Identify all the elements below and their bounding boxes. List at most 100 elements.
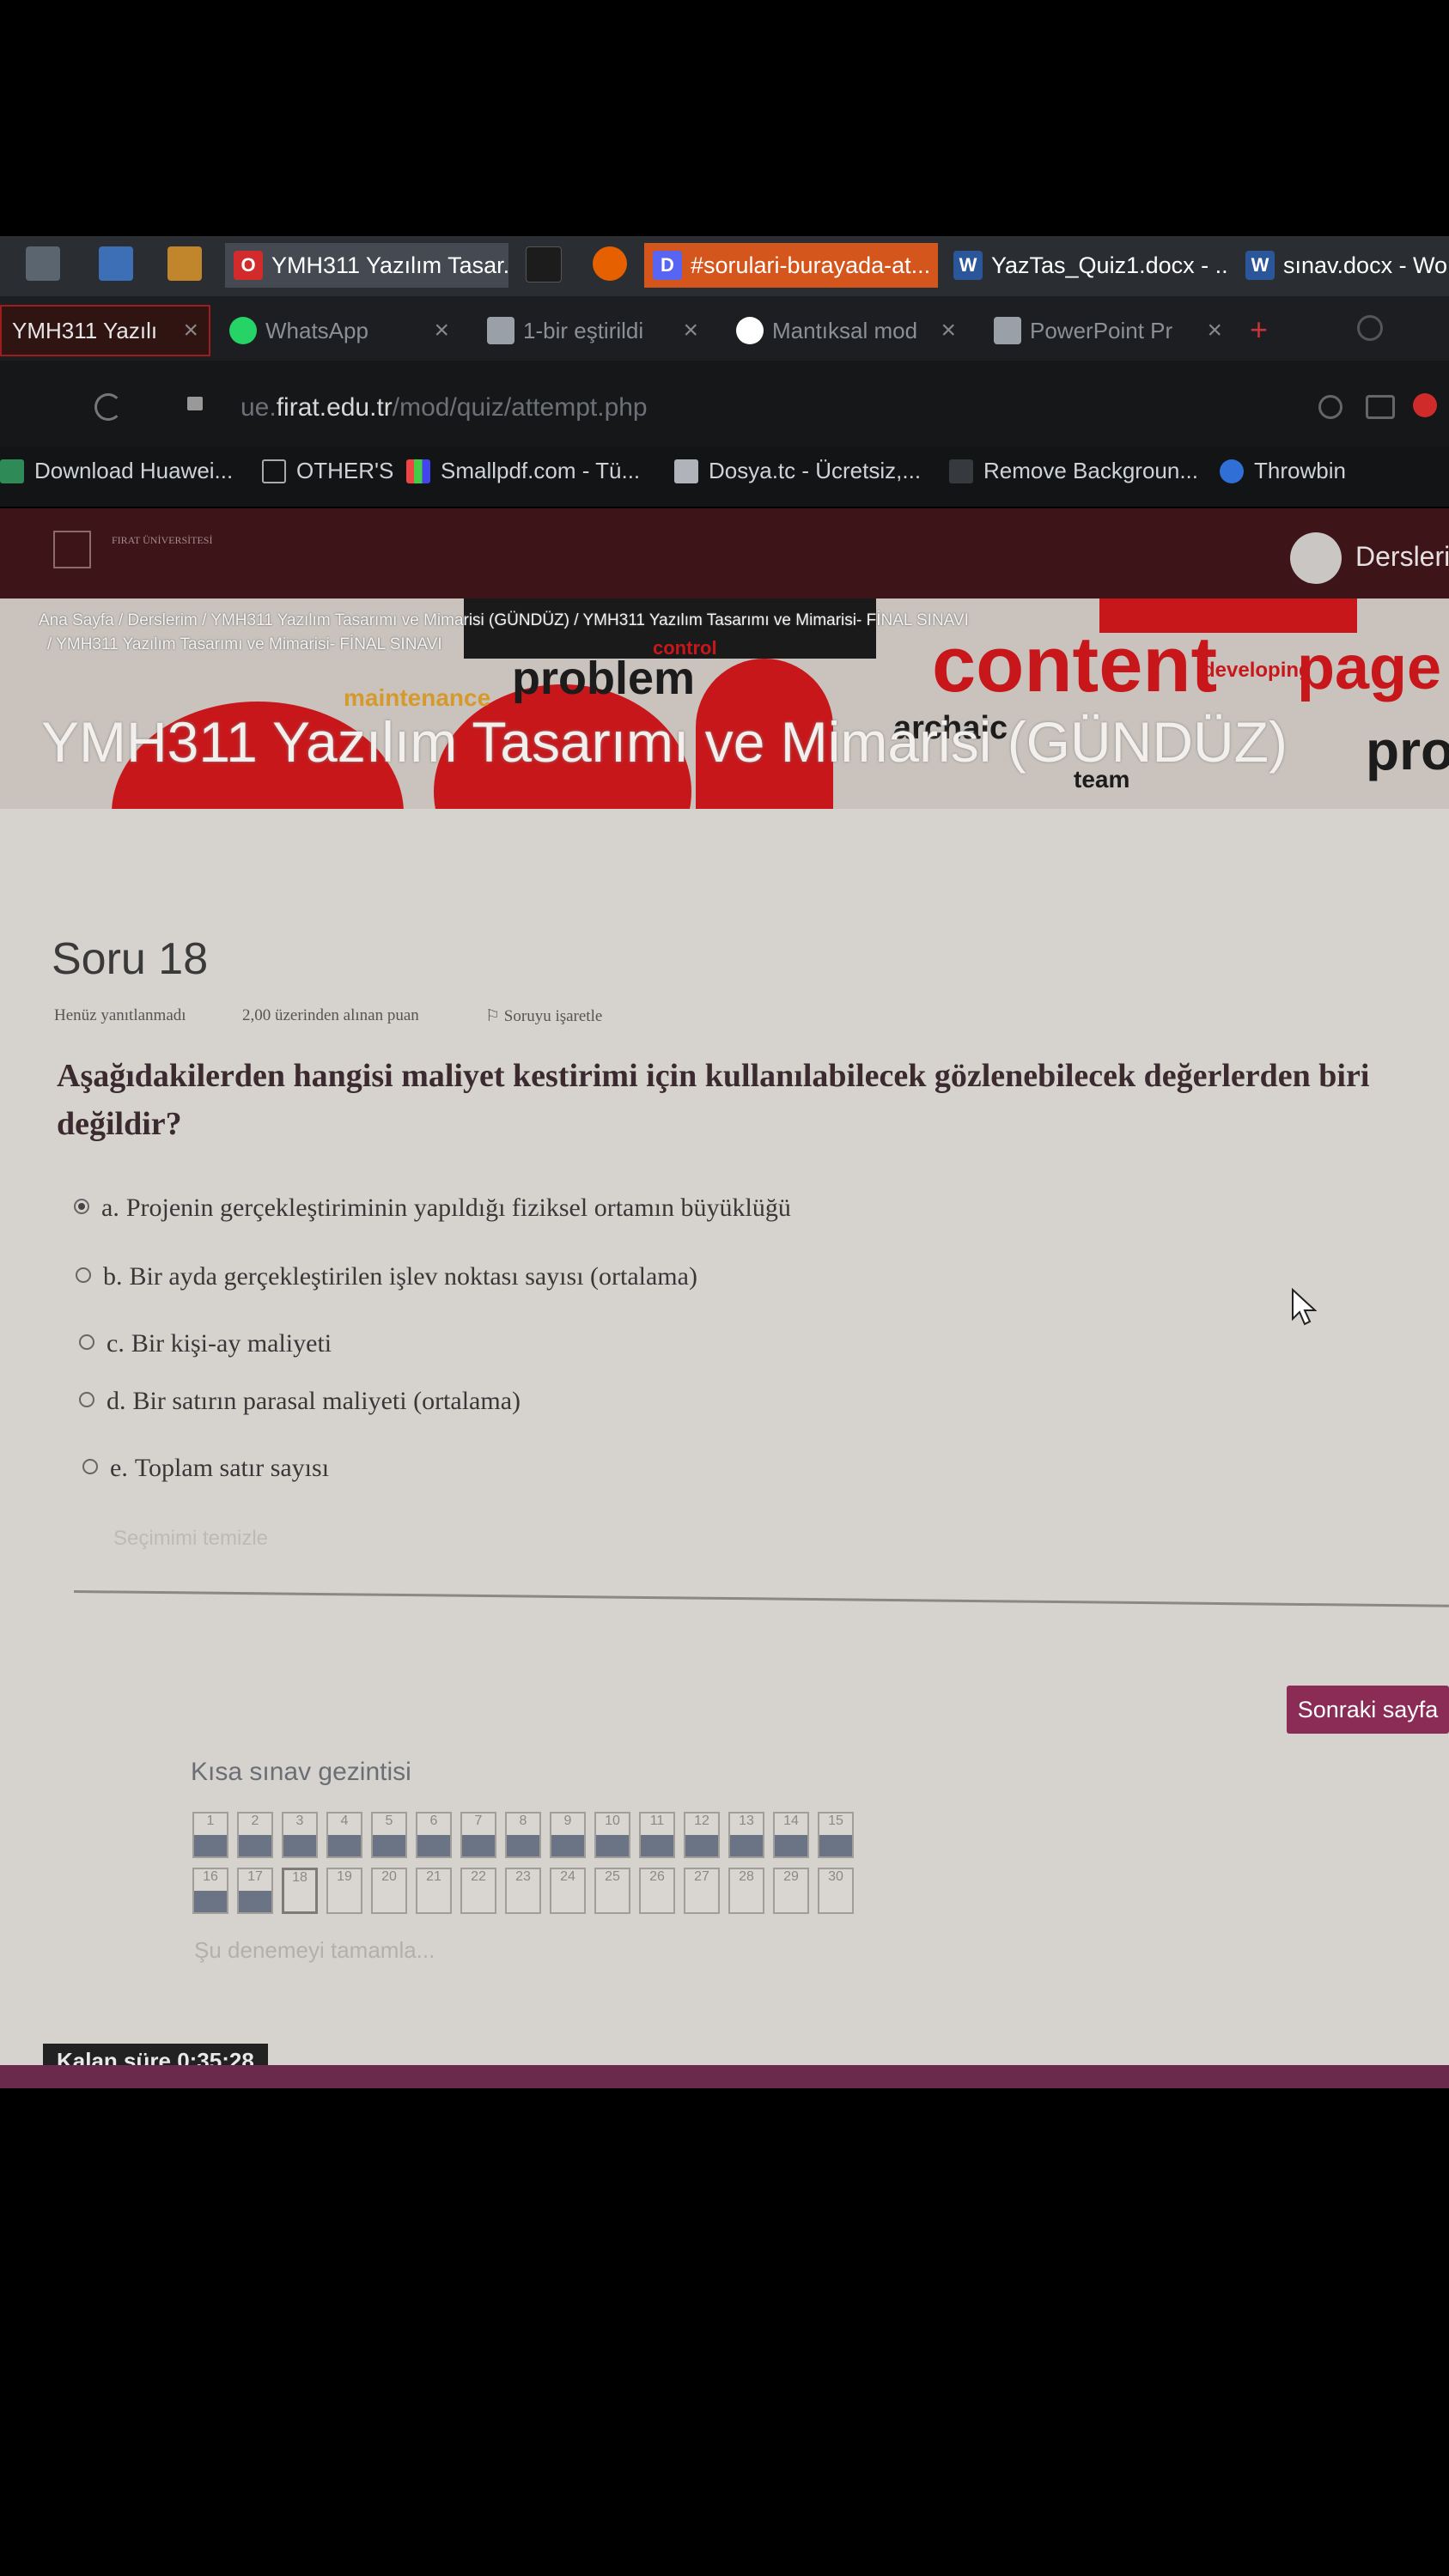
adblock-icon[interactable] (1413, 393, 1437, 417)
quiz-nav-button-21[interactable]: 21 (416, 1868, 452, 1914)
question-number: Soru 18 (52, 934, 209, 984)
finish-attempt-link[interactable]: Şu denemeyi tamamla... (194, 1937, 435, 1964)
radio-button[interactable] (82, 1459, 98, 1474)
quiz-nav-button-17[interactable]: 17 (237, 1868, 273, 1914)
bookmark-icon (0, 459, 24, 483)
tab-moodle-quiz[interactable]: YMH311 Yazılı × (0, 305, 210, 356)
app-icon[interactable] (526, 246, 562, 283)
quiz-nav-button-18[interactable]: 18 (282, 1868, 318, 1914)
quiz-nav-button-12[interactable]: 12 (684, 1812, 720, 1858)
banner-word: control (653, 637, 717, 659)
smallpdf-icon (406, 459, 430, 483)
quiz-nav-button-6[interactable]: 6 (416, 1812, 452, 1858)
taskbar-item-label: #sorulari-burayada-at... (691, 252, 931, 278)
bookmark-huawei[interactable]: Download Huawei... (0, 458, 233, 484)
next-page-button[interactable]: Sonraki sayfa (1287, 1686, 1449, 1734)
tab-powerpoint[interactable]: PowerPoint Pr × (983, 305, 1233, 356)
breadcrumb[interactable]: Ana Sayfa / Derslerim / YMH311 Yazılım T… (39, 611, 969, 630)
quiz-nav-button-3[interactable]: 3 (282, 1812, 318, 1858)
tab-document[interactable]: 1-bir eştirildi × (477, 305, 709, 356)
close-icon[interactable]: × (183, 316, 198, 345)
mail-icon[interactable] (99, 246, 133, 281)
quiz-nav-button-23[interactable]: 23 (505, 1868, 541, 1914)
clear-choice-link[interactable]: Seçimimi temizle (113, 1527, 268, 1551)
user-menu[interactable]: Derslerim (1355, 541, 1449, 573)
firefox-icon[interactable] (593, 246, 627, 281)
quiz-nav-button-14[interactable]: 14 (773, 1812, 809, 1858)
breadcrumb-continued[interactable]: / YMH311 Yazılım Tasarımı ve Mimarisi- F… (47, 635, 442, 654)
bookmark-icon (674, 459, 698, 483)
question-text: Aşağıdakilerden hangisi maliyet kestirim… (57, 1058, 1370, 1142)
mouse-cursor-icon (1292, 1288, 1317, 1326)
answer-option-e[interactable]: e. Toplam satır sayısı (82, 1454, 329, 1483)
close-icon[interactable]: × (1207, 316, 1222, 345)
quiz-nav-button-19[interactable]: 19 (326, 1868, 362, 1914)
taskbar-opera-item[interactable]: O YMH311 Yazılım Tasar... (225, 243, 508, 288)
answer-option-a[interactable]: a. Projenin gerçekleştiriminin yapıldığı… (74, 1194, 791, 1223)
url-field[interactable]: ue.firat.edu.tr/mod/quiz/attempt.php (240, 393, 648, 422)
bookmark-remove-bg[interactable]: Remove Backgroun... (949, 458, 1198, 484)
option-letter: b. (103, 1262, 123, 1291)
option-letter: c. (107, 1329, 125, 1358)
quiz-nav-button-13[interactable]: 13 (728, 1812, 764, 1858)
radio-button[interactable] (79, 1392, 94, 1407)
quiz-nav-button-28[interactable]: 28 (728, 1868, 764, 1914)
answer-option-c[interactable]: c. Bir kişi-ay maliyeti (79, 1329, 332, 1358)
close-icon[interactable]: × (683, 316, 698, 345)
quiz-nav-button-30[interactable]: 30 (818, 1868, 854, 1914)
quiz-nav-button-5[interactable]: 5 (371, 1812, 407, 1858)
course-banner: content problem page archaic maintenance… (0, 598, 1449, 809)
quiz-nav-button-25[interactable]: 25 (594, 1868, 630, 1914)
quiz-nav-button-1[interactable]: 1 (192, 1812, 228, 1858)
quiz-nav-button-20[interactable]: 20 (371, 1868, 407, 1914)
answer-option-b[interactable]: b. Bir ayda gerçekleştirilen işlev nokta… (76, 1262, 697, 1291)
quiz-nav-button-8[interactable]: 8 (505, 1812, 541, 1858)
taskbar-discord-item[interactable]: D #sorulari-burayada-at... (644, 243, 938, 288)
quiz-nav-button-9[interactable]: 9 (550, 1812, 586, 1858)
close-icon[interactable]: × (434, 316, 449, 345)
flag-question-link[interactable]: ⚐ Soruyu işaretle (485, 1006, 602, 1026)
taskbar-word-item-1[interactable]: W YazTas_Quiz1.docx - ... (945, 243, 1228, 288)
quiz-nav-button-22[interactable]: 22 (460, 1868, 496, 1914)
banner-word: developing (1202, 659, 1312, 682)
bookmark-smallpdf[interactable]: Smallpdf.com - Tü... (406, 458, 640, 484)
tab-google[interactable]: Mantıksal mod × (726, 305, 966, 356)
store-icon[interactable] (167, 246, 202, 281)
radio-button[interactable] (79, 1334, 94, 1350)
radio-button[interactable] (76, 1267, 91, 1283)
quiz-nav-button-29[interactable]: 29 (773, 1868, 809, 1914)
tab-whatsapp[interactable]: WhatsApp × (219, 305, 460, 356)
bookmark-throwbin[interactable]: Throwbin (1220, 458, 1346, 484)
task-view-icon[interactable] (26, 246, 60, 281)
option-letter: a. (101, 1194, 119, 1222)
quiz-nav-button-10[interactable]: 10 (594, 1812, 630, 1858)
quiz-nav-button-27[interactable]: 27 (684, 1868, 720, 1914)
quiz-nav-button-2[interactable]: 2 (237, 1812, 273, 1858)
university-logo[interactable] (53, 531, 91, 568)
quiz-nav-button-26[interactable]: 26 (639, 1868, 675, 1914)
quiz-nav-button-4[interactable]: 4 (326, 1812, 362, 1858)
avatar[interactable] (1290, 532, 1342, 584)
zoom-icon[interactable] (1318, 395, 1342, 419)
banner-word: maintenance (344, 684, 491, 711)
bookmark-dosya[interactable]: Dosya.tc - Ücretsiz,... (674, 458, 921, 484)
answer-option-d[interactable]: d. Bir satırın parasal maliyeti (ortalam… (79, 1387, 521, 1416)
question-points: 2,00 üzerinden alınan puan (242, 1006, 419, 1024)
bookmark-folder-others[interactable]: OTHER'S (262, 458, 393, 484)
search-icon[interactable] (1357, 315, 1383, 341)
page-footer-bar (0, 2065, 1449, 2088)
url-path: /mod/quiz/attempt.php (392, 393, 648, 422)
quiz-nav-button-7[interactable]: 7 (460, 1812, 496, 1858)
radio-button[interactable] (74, 1199, 89, 1214)
camera-icon[interactable] (1366, 395, 1395, 419)
quiz-nav-button-11[interactable]: 11 (639, 1812, 675, 1858)
quiz-nav-button-24[interactable]: 24 (550, 1868, 586, 1914)
taskbar-word-item-2[interactable]: W sınav.docx - Wor (1237, 243, 1449, 288)
flag-label: Soruyu işaretle (503, 1007, 603, 1025)
new-tab-button[interactable]: + (1250, 312, 1268, 348)
close-icon[interactable]: × (941, 316, 956, 345)
quiz-nav-button-16[interactable]: 16 (192, 1868, 228, 1914)
reload-icon[interactable] (94, 393, 122, 421)
banner-word: produ (1366, 720, 1449, 781)
quiz-nav-button-15[interactable]: 15 (818, 1812, 854, 1858)
